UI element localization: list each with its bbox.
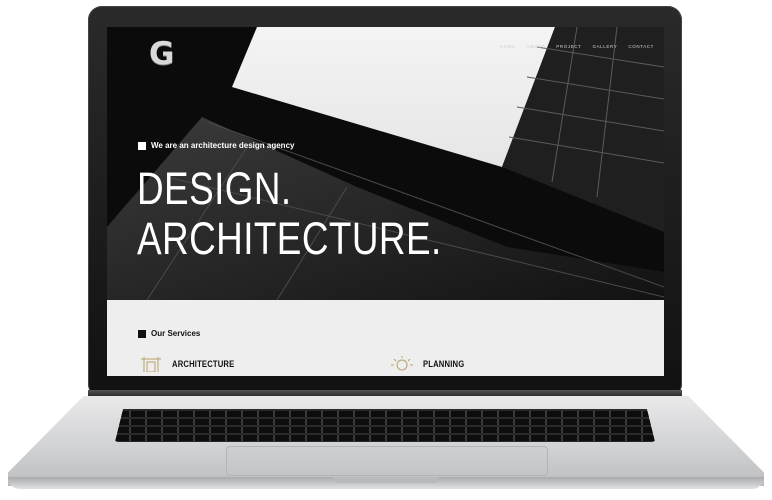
headline-line-1: DESIGN. [137, 163, 292, 214]
nav-item-contact[interactable]: Contact [628, 44, 654, 49]
services-square-icon [138, 329, 146, 338]
services-title: Our Services [151, 329, 201, 338]
service-label-planning: PLANNING [423, 359, 465, 369]
planning-icon [391, 356, 413, 371]
tagline-square-icon [138, 141, 146, 150]
laptop-trackpad [226, 446, 548, 476]
laptop-keyboard [115, 409, 655, 442]
hero-tagline: We are an architecture design agency [138, 141, 294, 150]
architecture-icon [141, 357, 161, 372]
keyboard-row [115, 419, 655, 425]
tagline-text: We are an architecture design agency [151, 141, 295, 150]
nav-item-about[interactable]: About [527, 44, 546, 49]
nav-item-project[interactable]: Project [556, 44, 581, 49]
site-logo[interactable]: G [149, 39, 179, 70]
services-section: Our Services ARCHITECTURE PLANNING [107, 300, 664, 376]
keyboard-row [115, 427, 655, 433]
laptop-screen: G Home About Project Gallery Contact We … [107, 27, 664, 376]
keyboard-row [115, 435, 655, 441]
hero-section: G Home About Project Gallery Contact We … [107, 27, 664, 300]
service-item-architecture[interactable]: ARCHITECTURE [140, 356, 245, 372]
headline-line-2: ARCHITECTURE. [137, 213, 442, 264]
keyboard-row [115, 411, 655, 417]
main-navigation: Home About Project Gallery Contact [500, 44, 654, 49]
nav-item-gallery[interactable]: Gallery [592, 44, 617, 49]
services-heading: Our Services [138, 329, 200, 338]
service-label-architecture: ARCHITECTURE [172, 359, 235, 369]
nav-item-home[interactable]: Home [500, 44, 516, 49]
hero-headline: DESIGN. ARCHITECTURE. [137, 164, 442, 264]
service-item-planning[interactable]: PLANNING [391, 356, 472, 372]
laptop-notch [333, 477, 439, 483]
